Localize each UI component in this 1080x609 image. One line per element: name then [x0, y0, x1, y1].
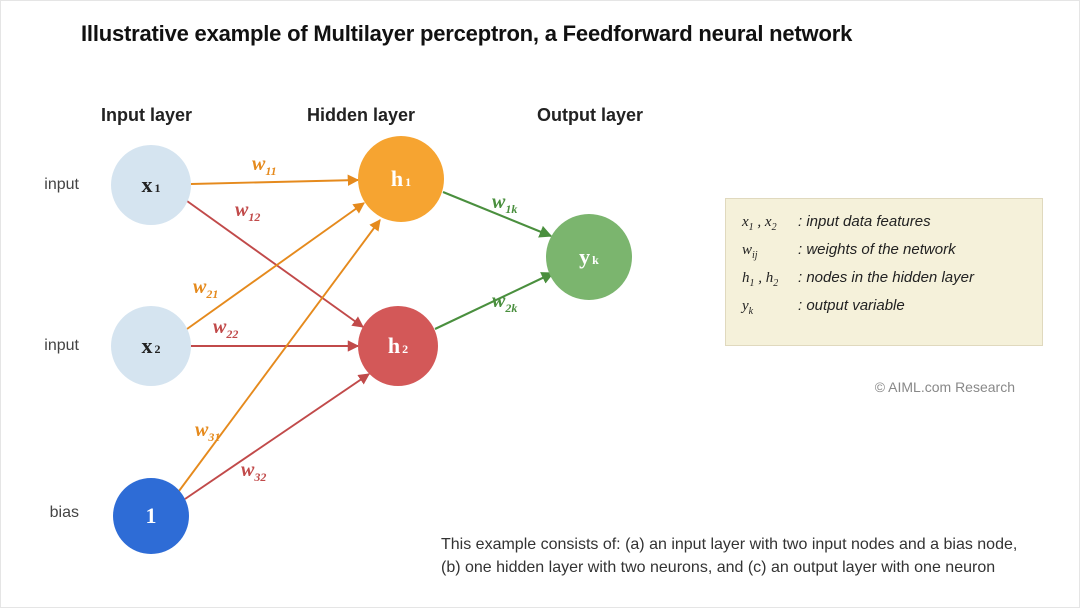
node-h2-sub: 2: [402, 342, 408, 359]
legend-key-2: wij: [742, 242, 798, 261]
weight-w32: w32: [241, 459, 266, 485]
node-x2: x2: [111, 306, 191, 386]
node-bias-base: 1: [146, 503, 157, 529]
node-h1-sub: 1: [405, 175, 411, 192]
legend-key-1: x1 , x2: [742, 214, 798, 233]
node-h1: h1: [358, 136, 444, 222]
node-h2: h2: [358, 306, 438, 386]
credit-text: © AIML.com Research: [875, 379, 1015, 395]
node-y: yk: [546, 214, 632, 300]
legend-desc-3: : nodes in the hidden layer: [798, 269, 1026, 286]
weight-w11: w11: [252, 153, 277, 179]
legend-desc-2: : weights of the network: [798, 241, 1026, 258]
node-x2-sub: 2: [155, 342, 161, 359]
node-y-sub: k: [592, 253, 599, 270]
node-x1-base: x: [142, 172, 153, 198]
legend-row-4: yk : output variable: [742, 297, 1026, 317]
node-x1: x1: [111, 145, 191, 225]
caption-text: This example consists of: (a) an input l…: [441, 533, 1029, 579]
diagram-frame: Illustrative example of Multilayer perce…: [0, 0, 1080, 608]
weight-w2k: w2k: [492, 290, 517, 316]
label-output-layer: Output layer: [537, 105, 643, 126]
node-x1-sub: 1: [155, 181, 161, 198]
label-hidden-layer: Hidden layer: [307, 105, 415, 126]
weight-w31: w31: [195, 419, 220, 445]
node-h1-base: h: [391, 166, 403, 192]
sidelabel-input-2: input: [19, 337, 79, 355]
weight-w22: w22: [213, 316, 238, 342]
node-y-base: y: [579, 244, 590, 270]
legend-row-2: wij : weights of the network: [742, 241, 1026, 261]
legend-row-3: h1 , h2 : nodes in the hidden layer: [742, 269, 1026, 289]
legend-key-4: yk: [742, 298, 798, 317]
weight-w21: w21: [193, 276, 218, 302]
node-bias: 1: [113, 478, 189, 554]
diagram-title: Illustrative example of Multilayer perce…: [81, 21, 852, 47]
legend-desc-4: : output variable: [798, 297, 1026, 314]
sidelabel-input-1: input: [19, 176, 79, 194]
sidelabel-bias: bias: [19, 504, 79, 522]
weight-w12: w12: [235, 199, 260, 225]
node-x2-base: x: [142, 333, 153, 359]
legend-desc-1: : input data features: [798, 213, 1026, 230]
legend-row-1: x1 , x2 : input data features: [742, 213, 1026, 233]
legend-box: x1 , x2 : input data features wij : weig…: [725, 198, 1043, 346]
node-h2-base: h: [388, 333, 400, 359]
weight-w1k: w1k: [492, 191, 517, 217]
label-input-layer: Input layer: [101, 105, 192, 126]
legend-key-3: h1 , h2: [742, 270, 798, 289]
